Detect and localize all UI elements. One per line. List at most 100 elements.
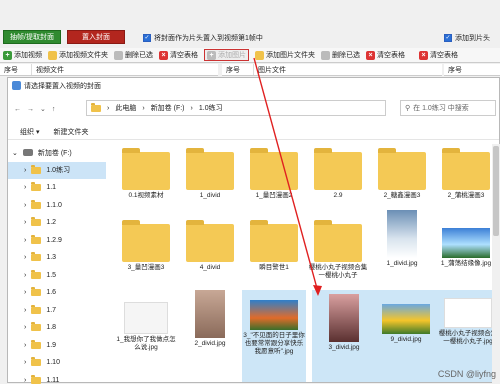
search-input[interactable]: ⚲ 在 1.0练习 中搜索 <box>400 100 496 116</box>
folder-icon <box>31 342 41 349</box>
nav-drive-label: 新加卷 (F:) <box>38 148 72 158</box>
image-table-header: 序号 图片文件 <box>222 64 442 76</box>
chevron-down-icon[interactable]: ⌄ <box>12 149 18 157</box>
clear-table-label: 清空表格 <box>170 50 198 60</box>
chevron-right-icon[interactable]: › <box>24 219 26 226</box>
image-item-selected[interactable]: 3_"不见面的日子里你也要常常跟分享快乐我愿意听".jpg <box>242 290 306 382</box>
watermark: CSDN @liyfng <box>438 369 496 379</box>
file-name: 2_糖鑫漫画3 <box>370 192 434 200</box>
intro-frame-checkbox[interactable]: ✓ 将封面作为片头置入到视频第1帧中 <box>143 33 263 43</box>
add-image-folder-button[interactable]: 添加图片文件夹 <box>255 50 315 60</box>
folder-item[interactable]: 瞬目警世1 <box>242 224 306 272</box>
nav-item-1-5[interactable]: ›1.5 <box>8 267 106 285</box>
image-item[interactable]: 2_divid.jpg <box>178 290 242 348</box>
folder-item[interactable]: 2.9 <box>306 152 370 200</box>
nav-item-1-2-9[interactable]: ›1.2.9 <box>8 232 106 250</box>
nav-item-1-2[interactable]: ›1.2 <box>8 214 106 232</box>
breadcrumb-item[interactable]: 新加卷 (F:) <box>151 103 185 113</box>
insert-cover-button[interactable]: 置入封面 <box>67 30 125 44</box>
nav-item-1-9[interactable]: › 1.9 <box>8 337 106 355</box>
nav-item-1-10[interactable]: ›1.10 <box>8 354 106 372</box>
delete-icon <box>114 51 123 60</box>
folder-item[interactable]: 0.1视频素材 <box>114 152 178 200</box>
nav-item-1-1-0[interactable]: ›1.1.0 <box>8 197 106 215</box>
folder-icon <box>255 51 264 60</box>
delete-selected-button[interactable]: 删除已选 <box>114 50 153 60</box>
folder-icon <box>31 202 41 209</box>
add-to-intro-checkbox[interactable]: ✓ 添加到片头 <box>444 33 490 43</box>
clear-table-button-2[interactable]: ×清空表格 <box>366 50 405 60</box>
dialog-app-icon <box>12 81 21 90</box>
nav-item-label: 1.9 <box>46 342 56 349</box>
folder-icon <box>31 272 41 279</box>
chevron-right-icon[interactable]: › <box>24 324 26 331</box>
new-folder-button[interactable]: 新建文件夹 <box>53 127 88 137</box>
folder-item[interactable]: 3_量凹漫画3 <box>114 224 178 272</box>
chevron-right-icon[interactable]: › <box>24 202 26 209</box>
up-arrow-icon[interactable]: ↑ <box>52 106 56 113</box>
file-name: 2.9 <box>306 192 370 200</box>
nav-item-1-1[interactable]: › 1.1 <box>8 179 106 197</box>
image-item-selected[interactable]: 3_divid.jpg <box>312 290 376 382</box>
nav-item-1-7[interactable]: ›1.7 <box>8 302 106 320</box>
folder-item[interactable]: 2_蒲桃漫画3 <box>434 152 498 200</box>
add-image-button[interactable]: +添加图片 <box>204 49 249 61</box>
nav-item-1-3[interactable]: ›1.3 <box>8 249 106 267</box>
image-item[interactable]: 1_我想你了我做点怎么说.jpg <box>114 302 178 352</box>
add-video-button[interactable]: +添加视频 <box>3 50 42 60</box>
chevron-right-icon[interactable]: › <box>24 307 26 314</box>
chevron-right-icon[interactable]: › <box>24 342 26 349</box>
chevron-right-icon[interactable]: › <box>24 254 26 261</box>
image-item-selected[interactable]: 9_divid.jpg <box>374 290 438 382</box>
folder-icon <box>31 359 41 366</box>
nav-item-1-8[interactable]: › 1.8 <box>8 319 106 337</box>
folder-item[interactable]: 4_divid <box>178 224 242 272</box>
nav-item-1-11[interactable]: ›1.11 <box>8 372 106 384</box>
intro-frame-checkbox-label: 将封面作为片头置入到视频第1帧中 <box>154 33 263 43</box>
chevron-right-icon[interactable]: › <box>24 167 26 174</box>
chevron-right-icon[interactable]: › <box>24 184 26 191</box>
folder-item[interactable]: 1_量凹漫画2 <box>242 152 306 200</box>
add-video-folder-button[interactable]: 添加视频文件夹 <box>48 50 108 60</box>
scrollbar-thumb[interactable] <box>493 146 499 236</box>
clear-table-button[interactable]: ×清空表格 <box>159 50 198 60</box>
organize-button[interactable]: 组织 ▾ <box>20 127 39 137</box>
delete-selected-button-2[interactable]: 删除已选 <box>321 50 360 60</box>
clear-icon: × <box>366 51 375 60</box>
nav-drive[interactable]: ⌄ 新加卷 (F:) <box>8 144 106 162</box>
breadcrumb-item[interactable]: 此电脑 <box>115 103 136 113</box>
chevron-right-icon[interactable]: › <box>24 289 26 296</box>
file-open-dialog: 请选择要置入视频的封面 ← → ⌄ ↑ › 此电脑 › 新加卷 (F:) › 1… <box>7 77 500 383</box>
image-item[interactable]: 1_蒲荡结缘像.jpg <box>434 228 498 268</box>
address-bar[interactable]: › 此电脑 › 新加卷 (F:) › 1.0练习 <box>86 100 386 116</box>
file-name: 瞬目警世1 <box>242 264 306 272</box>
chevron-down-icon[interactable]: ⌄ <box>40 105 46 113</box>
extract-cover-button[interactable]: 抽帧/提取封面 <box>3 30 61 44</box>
file-name: 1_我想你了我做点怎么说.jpg <box>114 336 178 352</box>
breadcrumb-separator-icon: › <box>107 105 109 112</box>
chevron-right-icon[interactable]: › <box>24 237 26 244</box>
file-name: 4_divid <box>178 264 242 272</box>
nav-item-label: 1.8 <box>46 324 56 331</box>
nav-item-label: 1.0练习 <box>46 165 70 175</box>
file-list-scrollbar[interactable] <box>492 144 500 384</box>
nav-item-label: 1.1 <box>46 184 56 191</box>
image-item[interactable]: 1_divid.jpg <box>370 210 434 268</box>
clear-table-button-3[interactable]: ×清空表格 <box>419 50 458 60</box>
drive-icon <box>23 149 33 156</box>
checkbox-checked-icon: ✓ <box>143 34 151 42</box>
forward-arrow-icon[interactable]: → <box>27 106 34 113</box>
dialog-title: 请选择要置入视频的封面 <box>24 81 101 91</box>
folder-item[interactable]: 樱桃小丸子视频合集一樱桃小丸子 <box>306 224 370 280</box>
breadcrumb-item[interactable]: 1.0练习 <box>199 103 223 113</box>
folder-item[interactable]: 2_糖鑫漫画3 <box>370 152 434 200</box>
chevron-right-icon[interactable]: › <box>24 359 26 366</box>
chevron-right-icon[interactable]: › <box>24 272 26 279</box>
file-name: 1_蒲荡结缘像.jpg <box>434 260 498 268</box>
nav-item-1-0[interactable]: › 1.0练习 <box>8 162 106 180</box>
nav-item-1-6[interactable]: ›1.6 <box>8 284 106 302</box>
folder-icon <box>250 152 298 190</box>
back-arrow-icon[interactable]: ← <box>14 106 21 113</box>
folder-item[interactable]: 1_divid <box>178 152 242 200</box>
clear-table-label: 清空表格 <box>377 50 405 60</box>
